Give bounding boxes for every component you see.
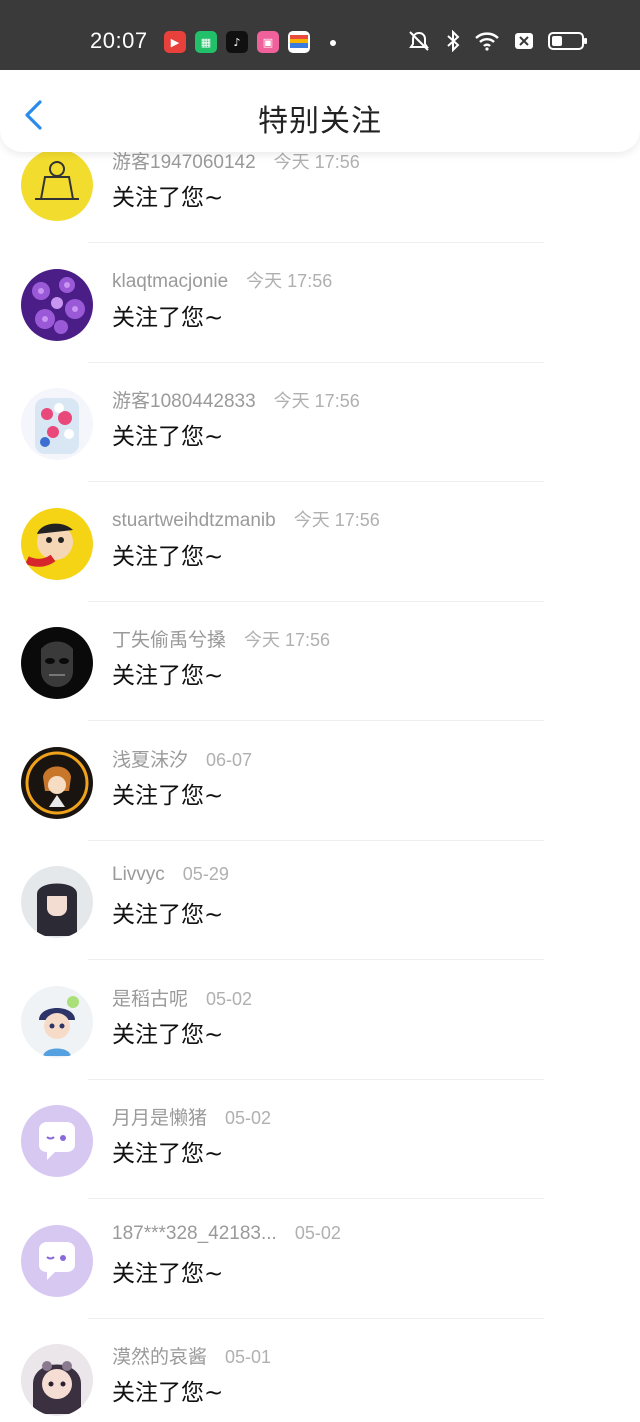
- avatar[interactable]: [21, 1224, 93, 1297]
- avatar[interactable]: [21, 388, 93, 460]
- message-text: 关注了您~: [112, 543, 224, 570]
- list-item[interactable]: 游客1947060142 今天 17:56 关注了您~: [0, 136, 640, 255]
- timestamp: 05-02: [294, 1222, 341, 1243]
- divider: [88, 720, 544, 721]
- list-item[interactable]: 187***328_42183... 05-02 关注了您~: [0, 1212, 640, 1331]
- item-meta: 月月是懒猪 05-02: [112, 1103, 271, 1130]
- list-item[interactable]: 是稻古呢 05-02 关注了您~: [0, 973, 640, 1092]
- avatar[interactable]: [21, 985, 93, 1058]
- divider: [88, 959, 544, 960]
- username[interactable]: 187***328_42183...: [112, 1223, 277, 1245]
- divider: [88, 361, 544, 363]
- timestamp: 06-07: [206, 749, 253, 770]
- avatar[interactable]: [21, 866, 93, 938]
- username[interactable]: 丁失偷禹兮搡: [112, 625, 226, 652]
- list-item[interactable]: 丁失偷禹兮搡 今天 17:56 关注了您~: [0, 614, 640, 733]
- list-item[interactable]: 游客1080442833 今天 17:56 关注了您~: [0, 375, 640, 494]
- timestamp: 今天 17:56: [273, 391, 360, 411]
- list-item[interactable]: klaqtmacjonie 今天 17:56 关注了您~: [0, 256, 640, 375]
- status-time: 20:07: [90, 28, 148, 53]
- video-app-icon: ▶: [164, 31, 186, 53]
- username[interactable]: Livvyc: [112, 864, 165, 886]
- timestamp: 今天 17:56: [293, 509, 380, 530]
- timestamp: 今天 17:56: [244, 630, 331, 650]
- message-text: 关注了您~: [112, 1380, 224, 1406]
- item-meta: 漠然的哀酱 05-01: [112, 1342, 271, 1369]
- item-meta: 187***328_42183... 05-02: [112, 1223, 341, 1245]
- username[interactable]: klaqtmacjonie: [112, 271, 228, 293]
- app-screen: 游客1947060142 今天 17:56 关注了您~ klaqtmacjonie 今天…: [0, 0, 640, 1422]
- timestamp: 05-02: [225, 1108, 272, 1128]
- username[interactable]: 月月是懒猪: [112, 1103, 207, 1130]
- avatar[interactable]: [21, 1344, 93, 1416]
- list-item[interactable]: Livvyc 05-29 关注了您~: [0, 853, 640, 972]
- message-text: 关注了您~: [112, 424, 224, 450]
- bluetooth-icon: [446, 30, 460, 52]
- wallet-app-icon: [288, 31, 310, 53]
- divider: [88, 242, 544, 243]
- timestamp: 05-01: [225, 1347, 272, 1367]
- divider: [88, 1317, 544, 1319]
- message-text: 关注了您~: [112, 304, 224, 331]
- mute-bell-icon: [406, 30, 432, 52]
- notification-app-icons: ▶ ▦ ♪ ▣: [164, 31, 310, 53]
- top-nav-bar: 特别关注: [0, 70, 640, 152]
- item-meta: stuartweihdtzmanib 今天 17:56: [112, 506, 380, 532]
- tiktok-app-icon: ♪: [226, 31, 248, 53]
- timestamp: 今天 17:56: [246, 270, 333, 291]
- bilibili-app-icon: ▣: [257, 31, 279, 53]
- message-text: 关注了您~: [112, 663, 224, 689]
- item-meta: 游客1080442833 今天 17:56: [112, 386, 360, 413]
- username[interactable]: 漠然的哀酱: [112, 1342, 207, 1369]
- divider: [88, 1078, 544, 1080]
- list-item[interactable]: stuartweihdtzmanib 今天 17:56 关注了您~: [0, 495, 640, 614]
- message-text: 关注了您~: [112, 782, 224, 809]
- item-meta: klaqtmacjonie 今天 17:56: [112, 267, 332, 293]
- status-bar: 20:07 ▶ ▦ ♪ ▣: [0, 0, 640, 70]
- message-text: 关注了您~: [112, 902, 224, 928]
- divider: [88, 600, 544, 602]
- item-meta: 丁失偷禹兮搡 今天 17:56: [112, 625, 330, 652]
- timestamp: 05-02: [206, 988, 253, 1009]
- avatar[interactable]: [21, 507, 93, 580]
- divider: [88, 839, 544, 841]
- wifi-icon: [474, 31, 500, 51]
- username[interactable]: stuartweihdtzmanib: [112, 510, 276, 532]
- avatar[interactable]: [21, 149, 93, 221]
- message-text: 关注了您~: [112, 1141, 224, 1167]
- username[interactable]: 游客1080442833: [112, 386, 256, 413]
- item-meta: 浅夏沫汐 06-07: [112, 745, 252, 772]
- username[interactable]: 浅夏沫汐: [112, 745, 188, 772]
- timestamp: 05-29: [182, 864, 229, 884]
- divider: [88, 481, 544, 482]
- message-text: 关注了您~: [112, 1260, 224, 1287]
- more-notifications-dot: [330, 40, 336, 46]
- divider: [88, 1198, 544, 1199]
- sim-off-icon: [514, 31, 534, 51]
- page-title: 特别关注: [258, 104, 382, 139]
- list-item[interactable]: 月月是懒猪 05-02 关注了您~: [0, 1092, 640, 1211]
- list-item[interactable]: 漠然的哀酱 05-01 关注了您~: [0, 1331, 640, 1422]
- message-text: 关注了您~: [112, 185, 224, 211]
- item-meta: Livvyc 05-29: [112, 864, 229, 886]
- username[interactable]: 是稻古呢: [112, 984, 188, 1011]
- list-item[interactable]: 浅夏沫汐 06-07 关注了您~: [0, 734, 640, 853]
- avatar[interactable]: [21, 627, 93, 699]
- system-status-icons: [406, 30, 588, 52]
- avatar[interactable]: [21, 1105, 93, 1177]
- avatar[interactable]: [21, 746, 93, 819]
- avatar[interactable]: [21, 268, 93, 341]
- message-text: 关注了您~: [112, 1021, 224, 1048]
- battery-icon: [548, 31, 588, 51]
- item-meta: 是稻古呢 05-02: [112, 984, 252, 1011]
- store-app-icon: ▦: [195, 31, 217, 53]
